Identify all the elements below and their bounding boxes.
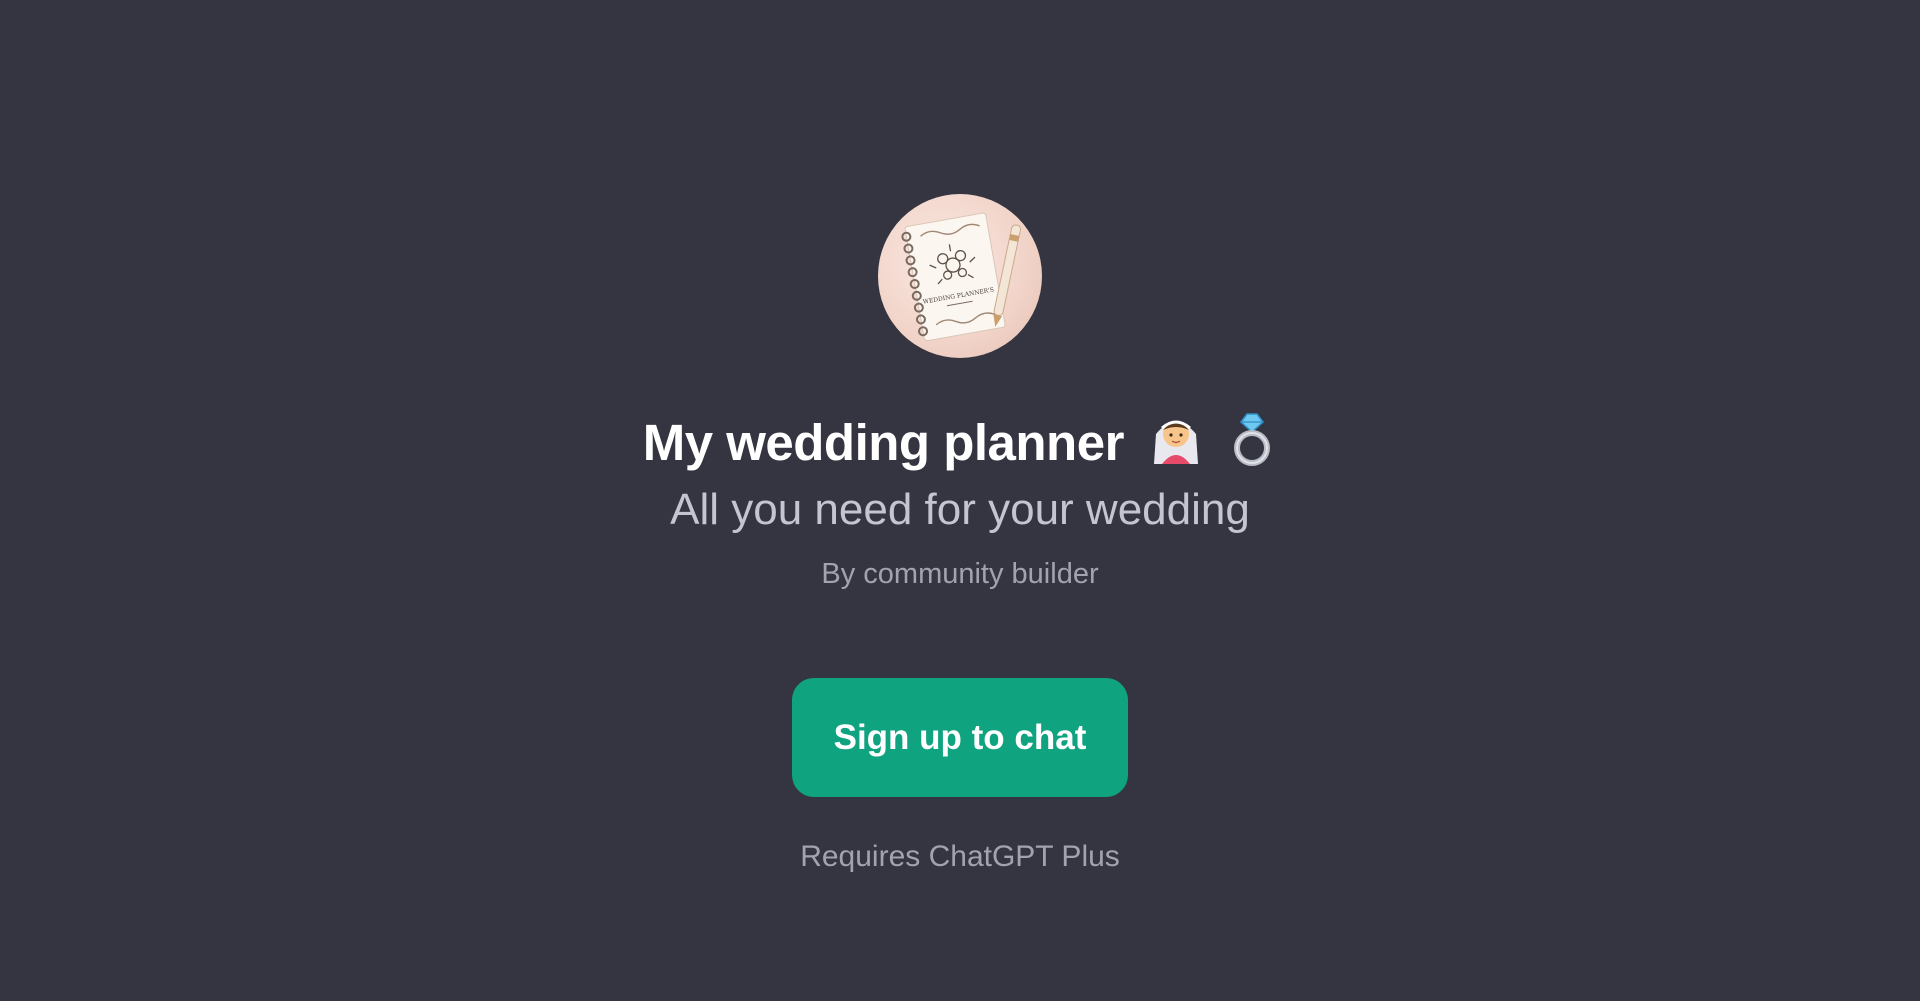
gpt-avatar: WEDDING PLANNER'S <box>878 194 1042 358</box>
plus-requirement-note: Requires ChatGPT Plus <box>800 840 1120 873</box>
gpt-title: My wedding planner <box>0 408 1920 485</box>
gpt-subtitle: All you need for your wedding <box>670 485 1250 534</box>
gpt-landing-page: WEDDING PLANNER'S My wedding planner All… <box>0 0 1920 1001</box>
bride-with-veil-icon <box>1146 408 1206 485</box>
sign-up-to-chat-button[interactable]: Sign up to chat <box>792 678 1128 797</box>
ring-icon <box>1227 408 1277 485</box>
gpt-title-text: My wedding planner <box>642 413 1125 471</box>
gpt-author: By community builder <box>821 558 1099 590</box>
